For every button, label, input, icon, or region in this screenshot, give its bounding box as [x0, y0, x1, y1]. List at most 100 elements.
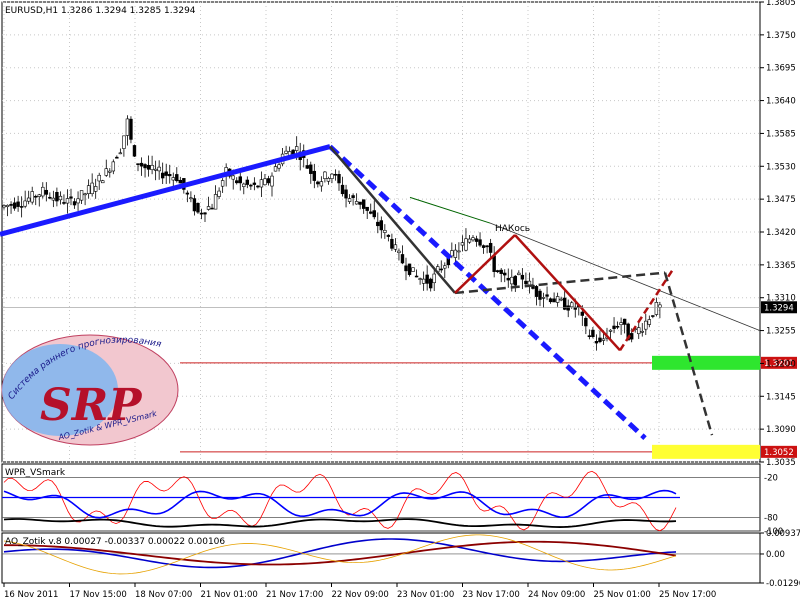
candle-body	[58, 195, 63, 201]
candle-body	[513, 275, 518, 286]
candle-body	[369, 211, 373, 214]
candle-body	[122, 135, 126, 149]
candle-body	[83, 193, 87, 196]
candle-body	[400, 254, 405, 264]
candle-body	[125, 118, 130, 136]
candle-body	[615, 325, 620, 328]
candle-body	[249, 184, 253, 187]
candle-body	[242, 183, 246, 187]
current-price-label: 1.3294	[764, 303, 794, 313]
candle-body	[333, 173, 338, 176]
candle-body	[150, 164, 154, 171]
wpr-tick-label: -80	[764, 514, 778, 524]
candle-body	[640, 330, 644, 333]
candle-body	[118, 152, 123, 155]
candle-body	[580, 311, 585, 316]
candle-body	[69, 196, 73, 199]
candle-body	[178, 179, 183, 184]
time-tick-label: 25 Nov 01:00	[594, 590, 651, 600]
price-tick-label: 1.3530	[766, 162, 796, 172]
price-tick-label: 1.3200	[766, 359, 796, 369]
level-zone	[652, 444, 760, 459]
candle-body	[19, 206, 24, 208]
time-tick-label: 23 Nov 01:00	[397, 590, 454, 600]
price-tick-label: 1.3640	[766, 97, 796, 107]
candle-body	[256, 185, 260, 188]
candle-body	[457, 250, 461, 253]
candle-body	[372, 210, 376, 218]
candle-body	[517, 272, 521, 275]
candle-body	[189, 197, 193, 200]
candle-body	[591, 329, 595, 337]
candle-body	[132, 145, 137, 157]
candle-body	[16, 201, 20, 207]
chart-window[interactable]: SRP Система раннего прогнозирования AO_Z…	[0, 0, 800, 603]
candle-body	[510, 276, 514, 285]
candle-body	[48, 196, 52, 199]
ao-tick-label: -0.01296	[766, 579, 800, 589]
time-tick-label: 23 Nov 17:00	[463, 590, 520, 600]
candle-body	[612, 325, 616, 329]
candle-body	[344, 189, 348, 199]
candle-body	[270, 175, 274, 187]
candle-body	[129, 118, 133, 140]
candle-body	[185, 192, 190, 195]
candle-body	[273, 166, 278, 172]
candle-body	[651, 315, 655, 317]
candle-body	[453, 249, 458, 258]
candle-body	[386, 234, 391, 237]
candle-body	[365, 206, 369, 211]
candle-body	[235, 180, 239, 184]
candle-body	[51, 197, 56, 201]
candle-body	[305, 165, 309, 169]
price-tick-label: 1.3035	[766, 458, 796, 468]
price-tick-label: 1.3475	[766, 195, 796, 205]
candle-body	[86, 185, 91, 194]
candle-body	[136, 163, 140, 165]
candle-body	[97, 174, 101, 182]
candle-body	[323, 171, 327, 179]
candle-body	[506, 277, 510, 281]
candle-body	[294, 146, 299, 151]
candle-body	[192, 198, 197, 212]
candle-body	[93, 186, 98, 192]
candle-body	[203, 212, 207, 215]
price-tick-label: 1.3695	[766, 64, 796, 74]
candle-body	[601, 338, 606, 341]
candle-body	[62, 202, 66, 204]
candle-body	[101, 180, 105, 184]
time-tick-label: 25 Nov 17:00	[659, 590, 716, 600]
candle-body	[263, 178, 267, 186]
candle-body	[26, 197, 31, 202]
candle-body	[404, 265, 408, 272]
candle-body	[217, 190, 221, 197]
candle-body	[499, 269, 503, 274]
candle-body	[41, 186, 45, 197]
candle-body	[316, 181, 320, 185]
candle-body	[421, 278, 426, 284]
candle-body	[354, 201, 359, 205]
candle-body	[245, 179, 250, 185]
candle-body	[199, 212, 204, 215]
candle-body	[252, 182, 257, 185]
candle-body	[111, 161, 116, 172]
time-tick-label: 21 Nov 01:00	[201, 590, 258, 600]
price-tick-label: 1.3145	[766, 392, 796, 402]
chart-title: EURUSD,H1 1.3286 1.3294 1.3285 1.3294	[5, 6, 196, 16]
candle-body	[34, 195, 38, 198]
candle-body	[361, 199, 366, 209]
candle-body	[340, 184, 345, 195]
candle-body	[495, 270, 500, 273]
candle-body	[570, 302, 574, 308]
candle-body	[79, 190, 84, 201]
candle-body	[72, 201, 77, 206]
level-zone	[652, 355, 760, 370]
candle-body	[474, 238, 479, 242]
candle-body	[644, 320, 648, 330]
candle-body	[443, 265, 447, 269]
candle-body	[330, 173, 334, 179]
candle-body	[619, 322, 623, 326]
time-tick-label: 18 Nov 07:00	[135, 590, 192, 600]
candle-body	[5, 204, 10, 208]
chart-canvas[interactable]: SRP Система раннего прогнозирования AO_Z…	[0, 0, 800, 603]
